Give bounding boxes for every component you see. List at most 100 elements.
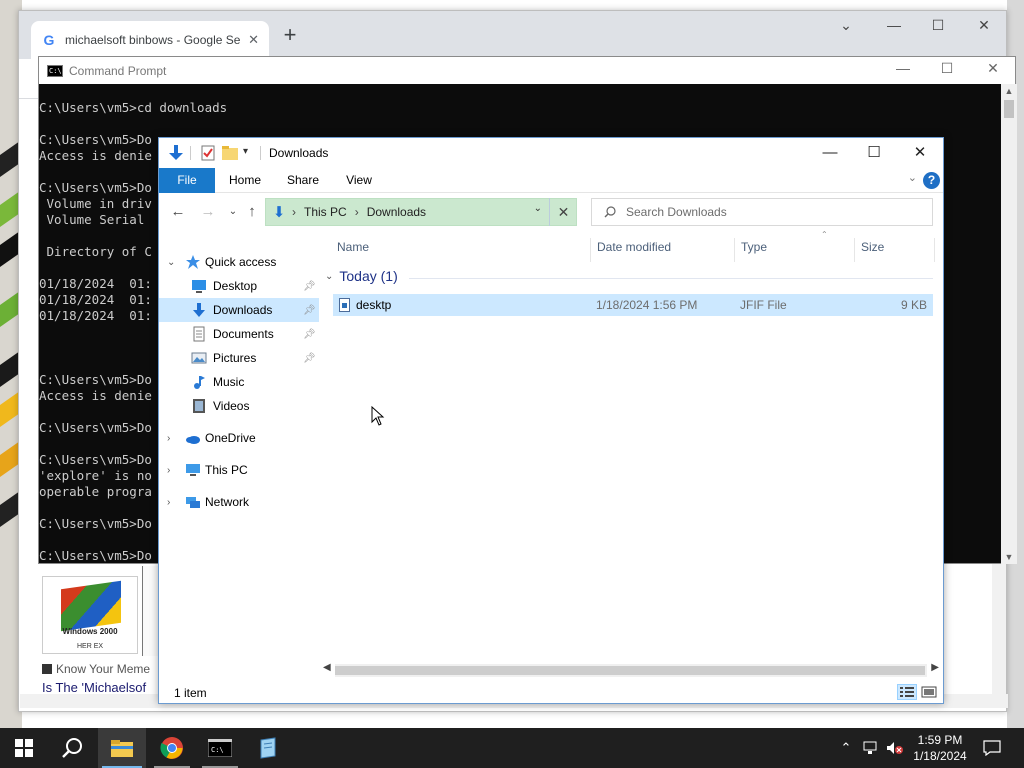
nav-item-documents[interactable]: Documents 📌︎ (159, 322, 319, 346)
cmd-minimize-button[interactable]: — (881, 60, 925, 76)
chevron-right-icon[interactable]: › (167, 465, 170, 476)
breadcrumb-separator-icon[interactable]: › (292, 205, 296, 219)
chevron-down-icon[interactable]: ⌄ (325, 271, 333, 282)
tab-share[interactable]: Share (279, 168, 327, 193)
result-source[interactable]: Know Your Meme (42, 662, 150, 676)
address-dropdown-icon[interactable]: ⌄ (534, 203, 542, 214)
pin-icon[interactable]: 📌︎ (303, 305, 316, 316)
chevron-down-icon[interactable]: ⌄ (167, 257, 175, 268)
taskbar-notepad[interactable] (244, 728, 292, 768)
taskbar-chrome[interactable] (148, 728, 196, 768)
nav-item-pictures[interactable]: Pictures 📌︎ (159, 346, 319, 370)
file-row[interactable]: desktp 1/18/2024 1:56 PM JFIF File 9 KB (333, 294, 933, 316)
search-icon (62, 738, 82, 758)
pin-icon[interactable]: 📌︎ (303, 353, 316, 364)
cmd-titlebar[interactable]: C:\ Command Prompt (39, 57, 1015, 84)
explorer-titlebar[interactable]: ▾ Downloads — ☐ ✕ (159, 138, 943, 168)
explorer-close-button[interactable]: ✕ (897, 142, 943, 164)
scroll-down-icon[interactable]: ▼ (1001, 552, 1017, 562)
explorer-horizontal-scrollbar[interactable]: ◀ ▶ (319, 662, 943, 679)
search-button[interactable] (48, 728, 96, 768)
pin-icon[interactable]: 📌︎ (303, 281, 316, 292)
action-center-button[interactable] (980, 728, 1004, 768)
ethernet-icon (863, 741, 877, 754)
cmd-scrollbar[interactable]: ▲ ▼ (1001, 84, 1017, 564)
nav-item-network[interactable]: › Network (159, 490, 319, 514)
svg-text:C:\: C:\ (211, 746, 224, 754)
details-view-button[interactable] (897, 684, 917, 700)
expand-ribbon-icon[interactable]: ⌄ (908, 171, 917, 184)
cmd-scroll-thumb[interactable] (1004, 100, 1014, 118)
search-input[interactable] (626, 205, 906, 219)
taskbar-clock[interactable]: 1:59 PM 1/18/2024 (906, 732, 974, 764)
download-arrow-icon[interactable] (167, 144, 185, 162)
new-folder-icon[interactable] (221, 144, 239, 162)
navigation-pane: ⌄ Quick access Desktop 📌︎ Downloads 📌︎ D… (159, 250, 319, 670)
explorer-minimize-button[interactable]: — (807, 142, 853, 164)
clear-address-button[interactable]: ✕ (549, 198, 577, 226)
nav-item-onedrive[interactable]: › OneDrive (159, 426, 319, 450)
address-bar[interactable]: ⬇ › This PC › Downloads ⌄ (265, 198, 577, 226)
column-header-name[interactable]: Name (319, 238, 591, 262)
chrome-maximize-button[interactable]: ☐ (923, 17, 953, 34)
chrome-minimize-button[interactable]: — (879, 17, 909, 33)
large-icons-view-button[interactable] (919, 684, 939, 700)
column-header-type[interactable]: Type (735, 238, 855, 262)
chrome-tab-search-icon[interactable]: ⌄ (831, 17, 861, 34)
nav-item-videos[interactable]: Videos (159, 394, 319, 418)
group-header-today[interactable]: ⌄ Today (1) (325, 268, 398, 284)
breadcrumb-separator-icon[interactable]: › (355, 205, 359, 219)
start-button[interactable] (0, 728, 48, 768)
search-icon (604, 206, 616, 218)
file-list[interactable]: ⌃ Name Date modified Type Size ⌄ Today (… (319, 230, 943, 660)
column-header-date-modified[interactable]: Date modified (591, 238, 735, 262)
show-hidden-icons-chevron-up-icon[interactable]: ⌃ (838, 728, 854, 768)
explorer-title: Downloads (269, 146, 329, 160)
properties-icon[interactable] (199, 144, 217, 162)
quick-access-toolbar-dropdown-icon[interactable]: ▾ (243, 146, 248, 157)
volume-muted-tray-icon[interactable] (884, 728, 906, 768)
taskbar-command-prompt[interactable]: C:\ (196, 728, 244, 768)
column-header-size[interactable]: Size (855, 238, 935, 262)
scroll-thumb[interactable] (335, 666, 925, 675)
scroll-right-icon[interactable]: ▶ (931, 662, 939, 673)
pin-icon[interactable]: 📌︎ (303, 329, 316, 340)
network-tray-icon[interactable] (860, 728, 882, 768)
chrome-tab[interactable]: G michaelsoft binbows - Google Se ✕ (31, 21, 269, 59)
nav-item-this-pc[interactable]: › This PC (159, 458, 319, 482)
image-file-icon (339, 298, 350, 312)
chevron-right-icon[interactable]: › (167, 497, 170, 508)
notification-icon (983, 740, 1001, 756)
tab-view[interactable]: View (335, 168, 383, 193)
tab-file[interactable]: File (159, 168, 215, 193)
search-box[interactable] (591, 198, 933, 226)
nav-item-music[interactable]: Music (159, 370, 319, 394)
forward-button[interactable]: → (197, 202, 219, 222)
cmd-maximize-button[interactable]: ☐ (925, 60, 969, 77)
explorer-maximize-button[interactable]: ☐ (851, 142, 897, 164)
scroll-up-icon[interactable]: ▲ (1001, 86, 1017, 96)
back-button[interactable]: ← (167, 202, 189, 222)
taskbar-file-explorer[interactable] (98, 728, 146, 768)
nav-item-desktop[interactable]: Desktop 📌︎ (159, 274, 319, 298)
group-divider (409, 278, 933, 279)
breadcrumb-downloads[interactable]: Downloads (367, 205, 426, 219)
tab-home[interactable]: Home (221, 168, 269, 193)
file-explorer-window[interactable]: ▾ Downloads — ☐ ✕ File Home Share View ⌄… (158, 137, 944, 704)
scroll-left-icon[interactable]: ◀ (323, 662, 331, 673)
desktop-icon (192, 280, 206, 293)
chrome-close-button[interactable]: ✕ (969, 17, 999, 34)
up-button[interactable]: ↑ (241, 202, 263, 222)
breadcrumb-this-pc[interactable]: This PC (304, 205, 347, 219)
nav-item-label: Documents (213, 327, 274, 341)
tab-close-icon[interactable]: ✕ (248, 32, 259, 48)
new-tab-button[interactable]: + (279, 24, 301, 47)
search-result-thumbnail[interactable]: Windows 2000 HER EX (42, 576, 138, 654)
result-title-link[interactable]: Is The 'Michaelsof (42, 680, 146, 695)
chevron-right-icon[interactable]: › (167, 433, 170, 444)
nav-item-quick-access[interactable]: ⌄ Quick access (159, 250, 319, 274)
cmd-close-button[interactable]: ✕ (971, 60, 1015, 77)
help-icon[interactable]: ? (923, 172, 940, 189)
nav-item-downloads[interactable]: Downloads 📌︎ (159, 298, 319, 322)
search-result-thumbnail-2[interactable] (142, 566, 158, 656)
